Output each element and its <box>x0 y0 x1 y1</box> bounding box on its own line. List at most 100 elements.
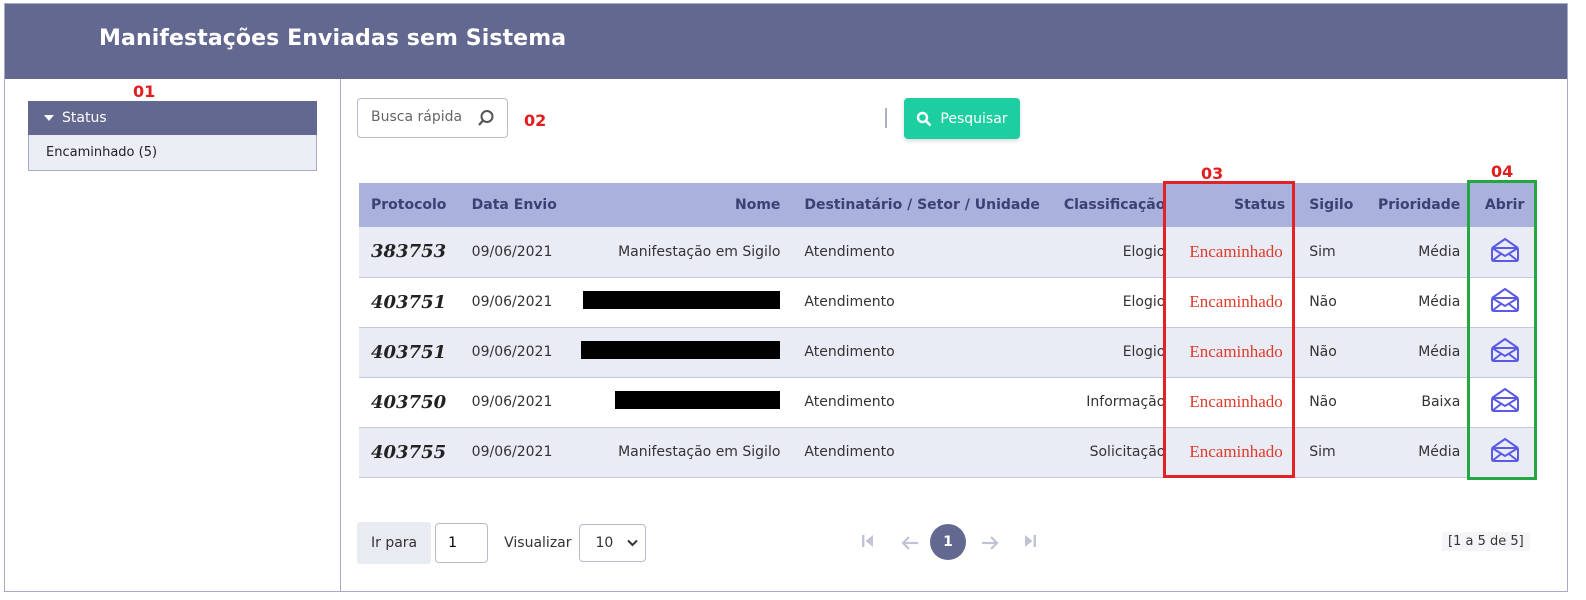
cell-data: 09/06/2021 <box>459 377 569 428</box>
column-header-prioridade[interactable]: Prioridade <box>1365 183 1473 227</box>
cell-nome <box>568 377 793 428</box>
envelope-open-icon[interactable] <box>1490 337 1520 367</box>
cell-protocolo: 383753 <box>359 227 460 278</box>
cell-data: 09/06/2021 <box>459 327 569 378</box>
pagination-controls: Ir para Visualizar 10 <box>357 522 646 564</box>
view-label: Visualizar <box>504 535 572 551</box>
envelope-open-icon[interactable] <box>1490 437 1520 467</box>
status-panel-header[interactable]: Status <box>28 101 317 135</box>
status-filter-panel: Status Encaminhado (5) <box>28 101 317 171</box>
goto-label: Ir para <box>357 522 432 564</box>
last-page-icon[interactable] <box>1023 533 1037 554</box>
cell-destinatario: Atendimento <box>792 377 1052 428</box>
cell-sigilo: Sim <box>1297 427 1366 478</box>
cell-destinatario: Atendimento <box>792 327 1052 378</box>
search-button[interactable]: Pesquisar <box>904 98 1020 139</box>
cell-nome <box>568 277 793 328</box>
table-row[interactable]: 383753 09/06/2021 Manifestação em Sigilo… <box>359 227 1537 278</box>
page-title: Manifestações Enviadas sem Sistema <box>99 26 567 51</box>
page-size-select[interactable]: 10 <box>578 524 646 562</box>
table-header-row: Protocolo Data Envio Nome Destinatário /… <box>359 183 1537 227</box>
quick-search-input[interactable] <box>371 109 476 125</box>
toolbar-divider <box>885 108 887 128</box>
cell-data: 09/06/2021 <box>459 227 569 278</box>
envelope-open-icon[interactable] <box>1490 287 1520 317</box>
first-page-icon[interactable] <box>861 533 875 554</box>
cell-data: 09/06/2021 <box>459 277 569 328</box>
cell-abrir <box>1472 277 1537 328</box>
status-panel-title: Status <box>62 110 107 126</box>
goto-page-input[interactable] <box>435 523 489 563</box>
cell-classificacao: Elogio <box>1051 327 1178 378</box>
envelope-open-icon[interactable] <box>1490 387 1520 417</box>
column-header-sigilo[interactable]: Sigilo <box>1297 183 1366 227</box>
cell-prioridade: Média <box>1365 327 1473 378</box>
redacted-name <box>583 291 781 309</box>
cell-status: Encaminhado <box>1177 227 1298 278</box>
cell-data: 09/06/2021 <box>459 427 569 478</box>
quick-search-box <box>357 98 508 138</box>
cell-sigilo: Sim <box>1297 227 1366 278</box>
next-page-icon[interactable] <box>981 534 999 555</box>
search-icon[interactable] <box>477 109 495 131</box>
sidebar-item-encaminhado[interactable]: Encaminhado (5) <box>28 135 317 171</box>
cell-abrir <box>1472 377 1537 428</box>
caret-down-icon <box>44 115 54 121</box>
cell-abrir <box>1472 327 1537 378</box>
column-header-classificacao[interactable]: Classificação <box>1051 183 1178 227</box>
search-button-label: Pesquisar <box>940 110 1008 127</box>
annotation-04: 04 <box>1491 162 1514 181</box>
table-row[interactable]: 403750 09/06/2021 Atendimento Informação… <box>359 377 1537 428</box>
cell-nome <box>568 327 793 378</box>
prev-page-icon[interactable] <box>901 534 919 555</box>
column-header-destinatario[interactable]: Destinatário / Setor / Unidade <box>792 183 1052 227</box>
cell-destinatario: Atendimento <box>792 427 1052 478</box>
manifestations-table: Protocolo Data Envio Nome Destinatário /… <box>359 183 1537 478</box>
column-header-status[interactable]: Status <box>1177 183 1298 227</box>
table-row[interactable]: 403751 09/06/2021 Atendimento Elogio Enc… <box>359 277 1537 328</box>
annotation-03: 03 <box>1201 164 1224 183</box>
cell-prioridade: Média <box>1365 227 1473 278</box>
annotation-02: 02 <box>524 111 547 130</box>
cell-abrir <box>1472 427 1537 478</box>
cell-status: Encaminhado <box>1177 327 1298 378</box>
column-header-nome[interactable]: Nome <box>568 183 793 227</box>
page-header: Manifestações Enviadas sem Sistema <box>5 4 1567 79</box>
column-header-data-envio[interactable]: Data Envio <box>459 183 569 227</box>
table-row[interactable]: 403751 09/06/2021 Atendimento Elogio Enc… <box>359 327 1537 378</box>
annotation-01: 01 <box>133 82 156 101</box>
cell-prioridade: Média <box>1365 427 1473 478</box>
pagination-range: [1 a 5 de 5] <box>1442 532 1530 551</box>
cell-status: Encaminhado <box>1177 427 1298 478</box>
cell-protocolo: 403751 <box>359 277 460 328</box>
chevron-down-icon <box>627 539 639 547</box>
cell-abrir <box>1472 227 1537 278</box>
cell-sigilo: Não <box>1297 377 1366 428</box>
cell-protocolo: 403750 <box>359 377 460 428</box>
page-size-value: 10 <box>595 535 614 551</box>
envelope-open-icon[interactable] <box>1490 237 1520 267</box>
cell-classificacao: Elogio <box>1051 277 1178 328</box>
cell-classificacao: Elogio <box>1051 227 1178 278</box>
cell-protocolo: 403755 <box>359 427 460 478</box>
redacted-name <box>615 391 781 409</box>
cell-prioridade: Baixa <box>1365 377 1473 428</box>
table-row[interactable]: 403755 09/06/2021 Manifestação em Sigilo… <box>359 427 1537 478</box>
cell-destinatario: Atendimento <box>792 227 1052 278</box>
cell-destinatario: Atendimento <box>792 277 1052 328</box>
redacted-name <box>581 341 781 359</box>
cell-nome: Manifestação em Sigilo <box>568 427 793 478</box>
sidebar: Status Encaminhado (5) <box>5 79 341 591</box>
cell-sigilo: Não <box>1297 277 1366 328</box>
current-page-button[interactable]: 1 <box>930 524 966 560</box>
cell-status: Encaminhado <box>1177 377 1298 428</box>
cell-classificacao: Informação <box>1051 377 1178 428</box>
cell-sigilo: Não <box>1297 327 1366 378</box>
cell-nome: Manifestação em Sigilo <box>568 227 793 278</box>
column-header-protocolo[interactable]: Protocolo <box>359 183 460 227</box>
search-icon <box>917 111 932 126</box>
cell-status: Encaminhado <box>1177 277 1298 328</box>
cell-prioridade: Média <box>1365 277 1473 328</box>
cell-classificacao: Solicitação <box>1051 427 1178 478</box>
column-header-abrir: Abrir <box>1472 183 1537 227</box>
